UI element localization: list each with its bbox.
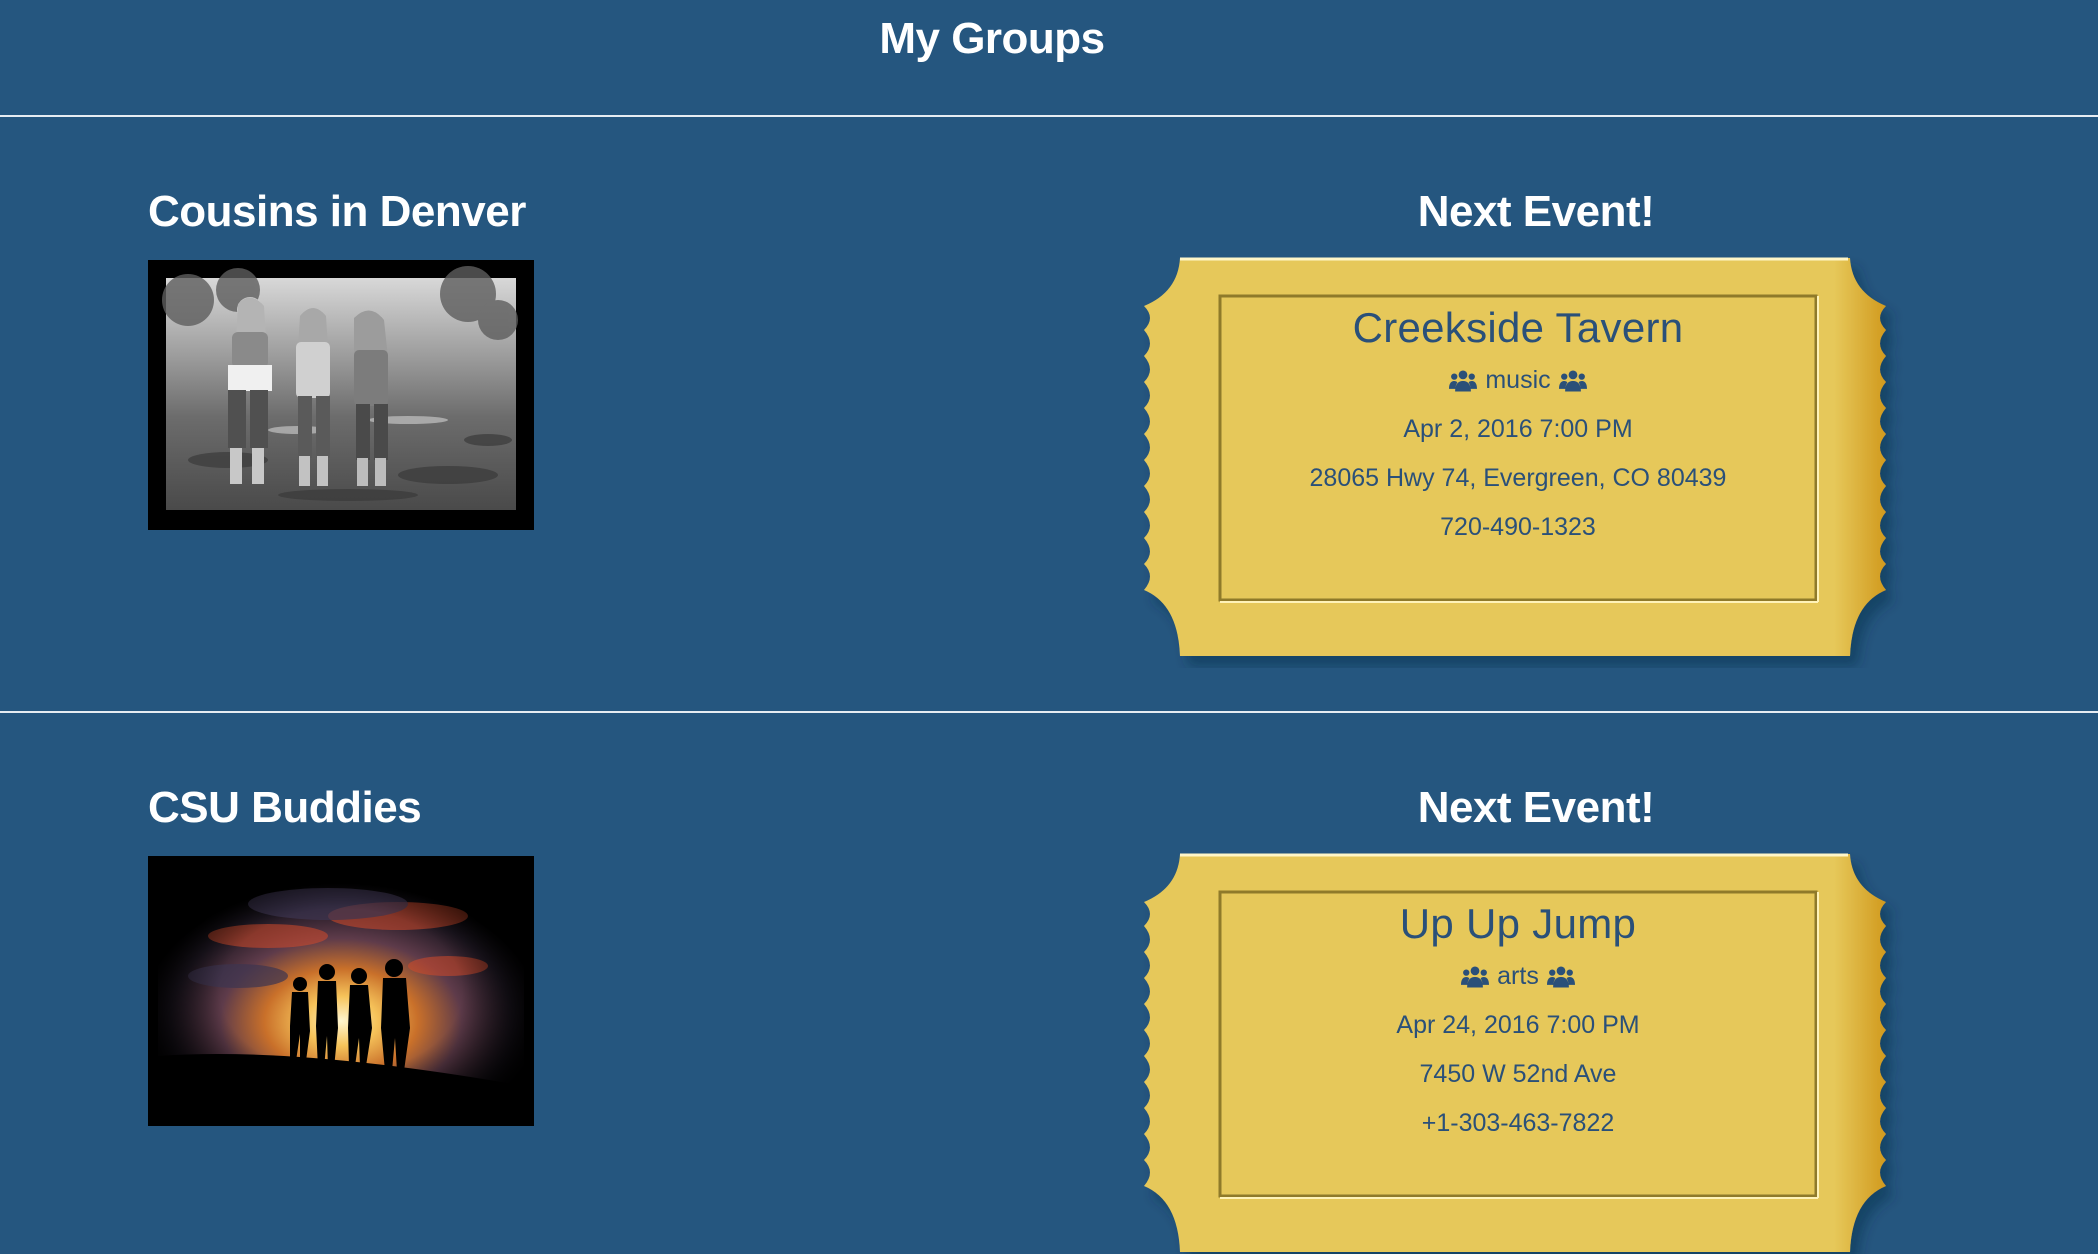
page-title: My Groups	[879, 14, 1105, 63]
event-ticket[interactable]: Up Up Jump arts Apr 24, 2016 7:00 PM 745…	[1130, 852, 1936, 1254]
event-ticket[interactable]: Creekside Tavern music Apr 2, 2016 7:00 …	[1130, 256, 1936, 668]
users-icon	[1547, 965, 1575, 989]
event-phone: +1-303-463-7822	[1421, 1109, 1615, 1137]
users-icon	[1449, 369, 1477, 393]
event-phone: 720-490-1323	[1440, 513, 1596, 541]
group-photo[interactable]	[148, 856, 534, 1126]
event-name[interactable]: Creekside Tavern	[1220, 296, 1816, 352]
ticket-content: Up Up Jump arts Apr 24, 2016 7:00 PM 745…	[1220, 892, 1816, 1196]
event-category-label: music	[1485, 366, 1551, 394]
users-icon	[1559, 369, 1587, 393]
ticket-content: Creekside Tavern music Apr 2, 2016 7:00 …	[1220, 296, 1816, 600]
group-photo[interactable]	[148, 260, 534, 530]
group-section-cousins-in-denver: Cousins in Denver Next Event! Creekside …	[0, 117, 2098, 713]
event-category: music	[1220, 366, 1816, 395]
event-category: arts	[1220, 962, 1816, 991]
users-icon	[1461, 965, 1489, 989]
event-address: 28065 Hwy 74, Evergreen, CO 80439	[1309, 464, 1727, 492]
group-section-csu-buddies: CSU Buddies Next Event! Up Up Jump arts …	[0, 713, 2098, 1254]
next-event-heading: Next Event!	[1417, 187, 1655, 236]
event-datetime: Apr 2, 2016 7:00 PM	[1403, 415, 1633, 443]
event-category-label: arts	[1497, 962, 1539, 990]
group-name[interactable]: Cousins in Denver	[148, 187, 526, 237]
event-datetime: Apr 24, 2016 7:00 PM	[1396, 1011, 1640, 1039]
page-header: My Groups	[0, 0, 2098, 117]
group-name[interactable]: CSU Buddies	[148, 783, 422, 833]
event-name[interactable]: Up Up Jump	[1220, 892, 1816, 948]
event-address: 7450 W 52nd Ave	[1419, 1060, 1617, 1088]
next-event-heading: Next Event!	[1417, 783, 1655, 832]
